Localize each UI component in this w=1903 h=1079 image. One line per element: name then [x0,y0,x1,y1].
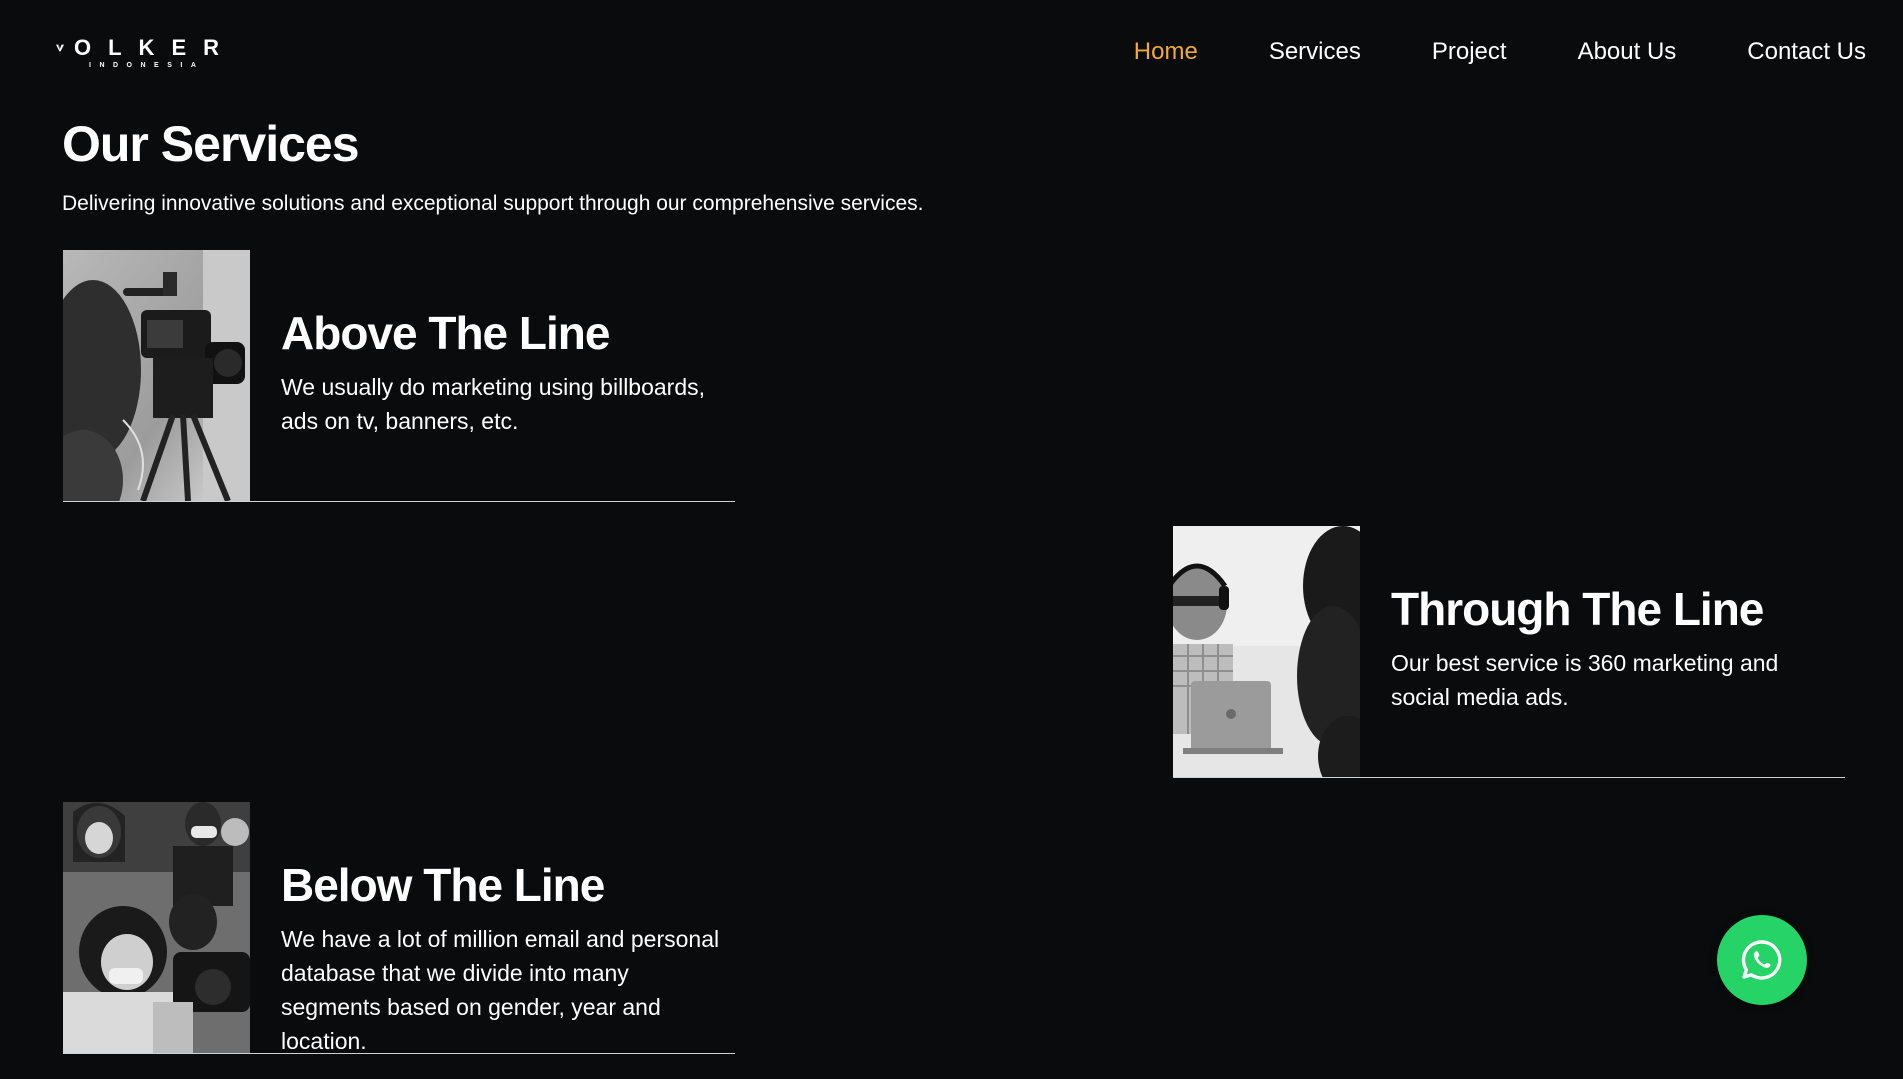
film-crew-photo [63,802,250,1053]
service-description: We have a lot of million email and perso… [281,926,720,1054]
service-card-below-the-line: Below The Line We have a lot of million … [63,802,735,1054]
logo-subtitle: INDONESIA [89,62,205,69]
service-description: Our best service is 360 marketing and so… [1391,650,1779,710]
camera-operator-photo [63,250,250,501]
nav-about-us[interactable]: About Us [1578,38,1677,66]
whatsapp-icon [1741,940,1782,980]
service-description: We usually do marketing using billboards… [281,374,706,434]
main-nav: Home Services Project About Us Contact U… [1134,36,1866,68]
nav-services[interactable]: Services [1269,38,1361,66]
service-body: Above The Line We usually do marketing u… [281,306,741,438]
service-body: Through The Line Our best service is 360… [1391,582,1851,714]
page-subtitle: Delivering innovative solutions and exce… [62,192,924,215]
logo-v-mark [56,44,64,52]
nav-contact-us[interactable]: Contact Us [1747,38,1866,66]
man-with-headphones-laptop-photo [1173,526,1360,777]
whatsapp-button[interactable] [1717,915,1807,1005]
service-title: Below The Line [281,859,605,911]
brand-logo[interactable]: OLKER INDONESIA [56,36,236,70]
service-card-above-the-line: Above The Line We usually do marketing u… [63,250,735,502]
page-title: Our Services [62,116,360,172]
nav-home[interactable]: Home [1134,38,1198,66]
service-body: Below The Line We have a lot of million … [281,858,741,1058]
service-title: Through The Line [1391,583,1764,635]
nav-project[interactable]: Project [1432,38,1507,66]
service-card-through-the-line: Through The Line Our best service is 360… [1173,526,1845,778]
service-title: Above The Line [281,307,610,359]
logo-wordmark: OLKER [74,35,236,60]
